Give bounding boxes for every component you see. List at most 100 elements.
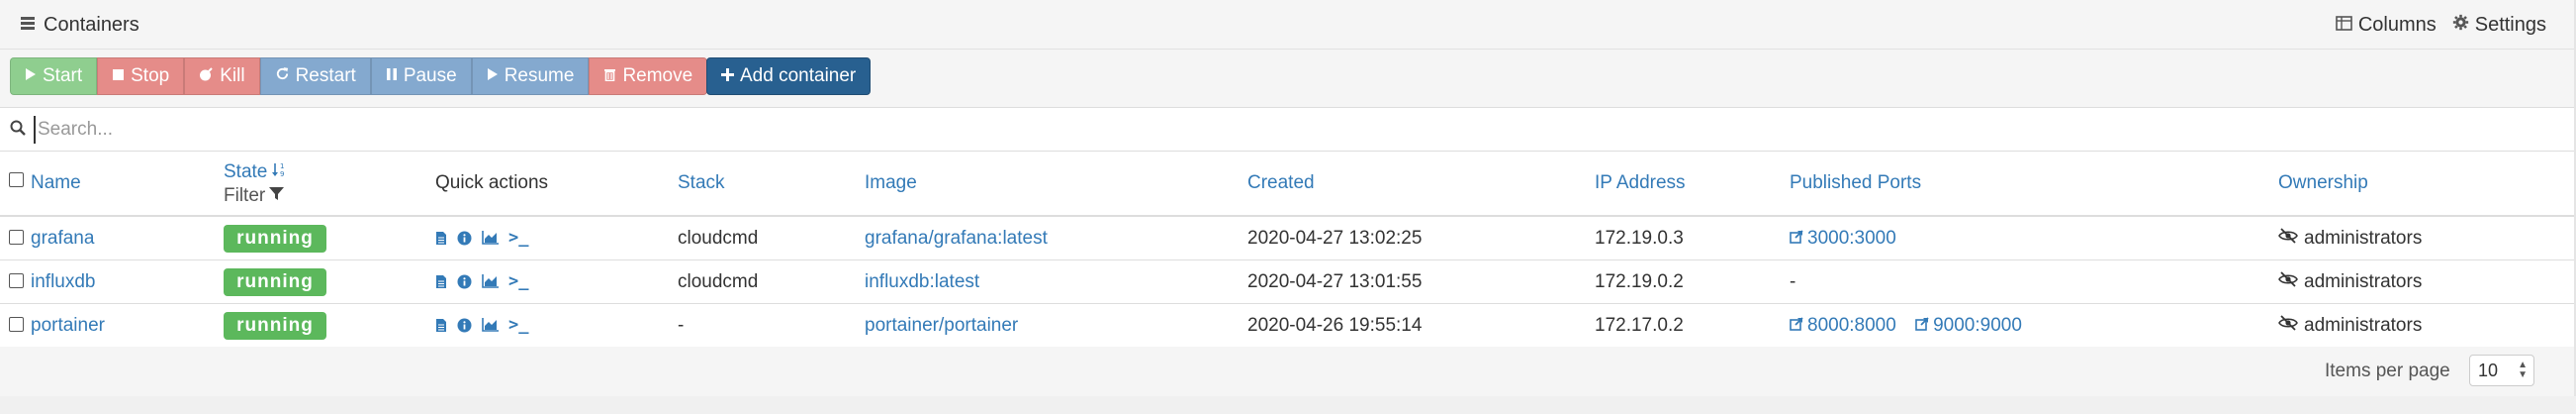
settings-button[interactable]: Settings: [2452, 14, 2546, 37]
stats-icon[interactable]: [482, 274, 499, 288]
container-name-link[interactable]: portainer: [31, 315, 105, 337]
status-badge: running: [224, 268, 326, 296]
panel-header: Containers Columns Settings: [0, 0, 2574, 50]
port-label: 8000:8000: [1807, 315, 1896, 336]
logs-icon[interactable]: [435, 274, 447, 289]
resume-label: Resume: [504, 65, 575, 86]
state-header-label: State: [224, 161, 268, 182]
published-ports: 8000:8000 9000:9000: [1790, 315, 2036, 337]
row-checkbox[interactable]: [9, 317, 24, 332]
list-icon: [20, 14, 36, 37]
items-per-page-select[interactable]: 10 ▲ ▼: [2469, 355, 2534, 386]
stop-label: Stop: [131, 65, 170, 86]
console-icon[interactable]: >_: [508, 229, 528, 247]
column-header-ownership[interactable]: Ownership: [2278, 172, 2368, 194]
external-link-icon: [1790, 228, 1803, 250]
info-icon[interactable]: [457, 318, 472, 333]
pause-button[interactable]: Pause: [370, 57, 472, 95]
column-header-ports[interactable]: Published Ports: [1790, 172, 1921, 194]
stats-icon[interactable]: [482, 318, 499, 332]
row-checkbox[interactable]: [9, 230, 24, 245]
external-link-icon: [1915, 315, 1929, 337]
stack-value: -: [678, 315, 685, 336]
image-link[interactable]: influxdb:latest: [865, 271, 979, 293]
play-icon: [487, 65, 499, 87]
toolbar: Start Stop Kill Restart Pause Resume Rem…: [0, 50, 2574, 109]
stack-value: cloudcmd: [678, 228, 759, 249]
ip-value: 172.17.0.2: [1595, 315, 1684, 336]
table-row: portainer running >_ - portainer/portain…: [0, 304, 2574, 348]
restart-button[interactable]: Restart: [259, 57, 371, 95]
kill-button[interactable]: Kill: [184, 57, 260, 95]
state-filter[interactable]: Filter: [224, 185, 285, 207]
column-header-image[interactable]: Image: [865, 172, 917, 194]
settings-label: Settings: [2474, 14, 2546, 36]
logs-icon[interactable]: [435, 318, 447, 333]
port-link[interactable]: 8000:8000: [1790, 315, 1896, 337]
header-actions: Columns Settings: [2336, 14, 2546, 37]
created-value: 2020-04-27 13:02:25: [1247, 228, 1423, 249]
created-value: 2020-04-26 19:55:14: [1247, 315, 1423, 336]
column-header-name[interactable]: Name: [31, 172, 81, 194]
trash-icon: [603, 65, 616, 87]
columns-icon: [2336, 14, 2352, 37]
remove-label: Remove: [622, 65, 693, 86]
column-header-created[interactable]: Created: [1247, 172, 1315, 194]
ip-value: 172.19.0.2: [1595, 271, 1684, 292]
info-icon[interactable]: [457, 274, 472, 289]
ownership: administrators: [2278, 228, 2422, 250]
panel-title-text: Containers: [44, 14, 139, 36]
filter-label: Filter: [224, 185, 266, 206]
ownership-label: administrators: [2304, 315, 2423, 336]
ownership: administrators: [2278, 271, 2422, 293]
stats-icon[interactable]: [482, 231, 499, 245]
column-header-stack[interactable]: Stack: [678, 172, 725, 194]
remove-button[interactable]: Remove: [589, 57, 708, 95]
port-link[interactable]: 9000:9000: [1915, 315, 2022, 337]
table-footer: Items per page 10 ▲ ▼: [0, 347, 2574, 396]
add-container-label: Add container: [740, 65, 857, 86]
page-background: [0, 396, 2576, 414]
svg-text:1: 1: [280, 162, 284, 170]
search-bar: [0, 107, 2574, 152]
container-action-buttons: Start Stop Kill Restart Pause Resume Rem…: [10, 57, 708, 95]
select-all-checkbox[interactable]: [9, 172, 24, 187]
info-icon[interactable]: [457, 231, 472, 246]
search-input[interactable]: [34, 116, 924, 144]
column-header-state[interactable]: State 19: [224, 161, 287, 183]
ownership-label: administrators: [2304, 271, 2423, 292]
select-arrows-icon: ▲ ▼: [2518, 360, 2528, 380]
panel-title: Containers: [20, 14, 139, 37]
columns-button[interactable]: Columns: [2336, 14, 2437, 37]
start-button[interactable]: Start: [10, 57, 98, 95]
row-checkbox[interactable]: [9, 273, 24, 288]
port-label: 9000:9000: [1933, 315, 2022, 336]
container-name-link[interactable]: grafana: [31, 228, 94, 250]
stop-icon: [112, 65, 125, 87]
stack-value: cloudcmd: [678, 271, 759, 292]
port-link[interactable]: 3000:3000: [1790, 228, 1896, 250]
image-link[interactable]: grafana/grafana:latest: [865, 228, 1048, 250]
resume-button[interactable]: Resume: [471, 57, 590, 95]
bomb-icon: [199, 65, 214, 87]
items-per-page-value: 10: [2478, 360, 2499, 380]
kill-label: Kill: [220, 65, 245, 86]
play-icon: [25, 65, 37, 87]
svg-text:9: 9: [280, 170, 284, 177]
image-link[interactable]: portainer/portainer: [865, 315, 1018, 337]
eye-slash-icon: [2278, 315, 2298, 337]
stop-button[interactable]: Stop: [97, 57, 185, 95]
add-container-button[interactable]: Add container: [706, 57, 872, 95]
eye-slash-icon: [2278, 228, 2298, 250]
table-row: influxdb running >_ cloudcmd influxdb:la…: [0, 260, 2574, 304]
container-name-link[interactable]: influxdb: [31, 271, 96, 293]
restart-label: Restart: [295, 65, 356, 86]
console-icon[interactable]: >_: [508, 272, 528, 290]
console-icon[interactable]: >_: [508, 316, 528, 334]
items-per-page-label: Items per page: [2325, 361, 2450, 381]
start-label: Start: [43, 65, 83, 86]
column-header-quick-actions: Quick actions: [435, 172, 549, 193]
column-header-ip[interactable]: IP Address: [1595, 172, 1686, 194]
logs-icon[interactable]: [435, 231, 447, 246]
status-badge: running: [224, 225, 326, 253]
